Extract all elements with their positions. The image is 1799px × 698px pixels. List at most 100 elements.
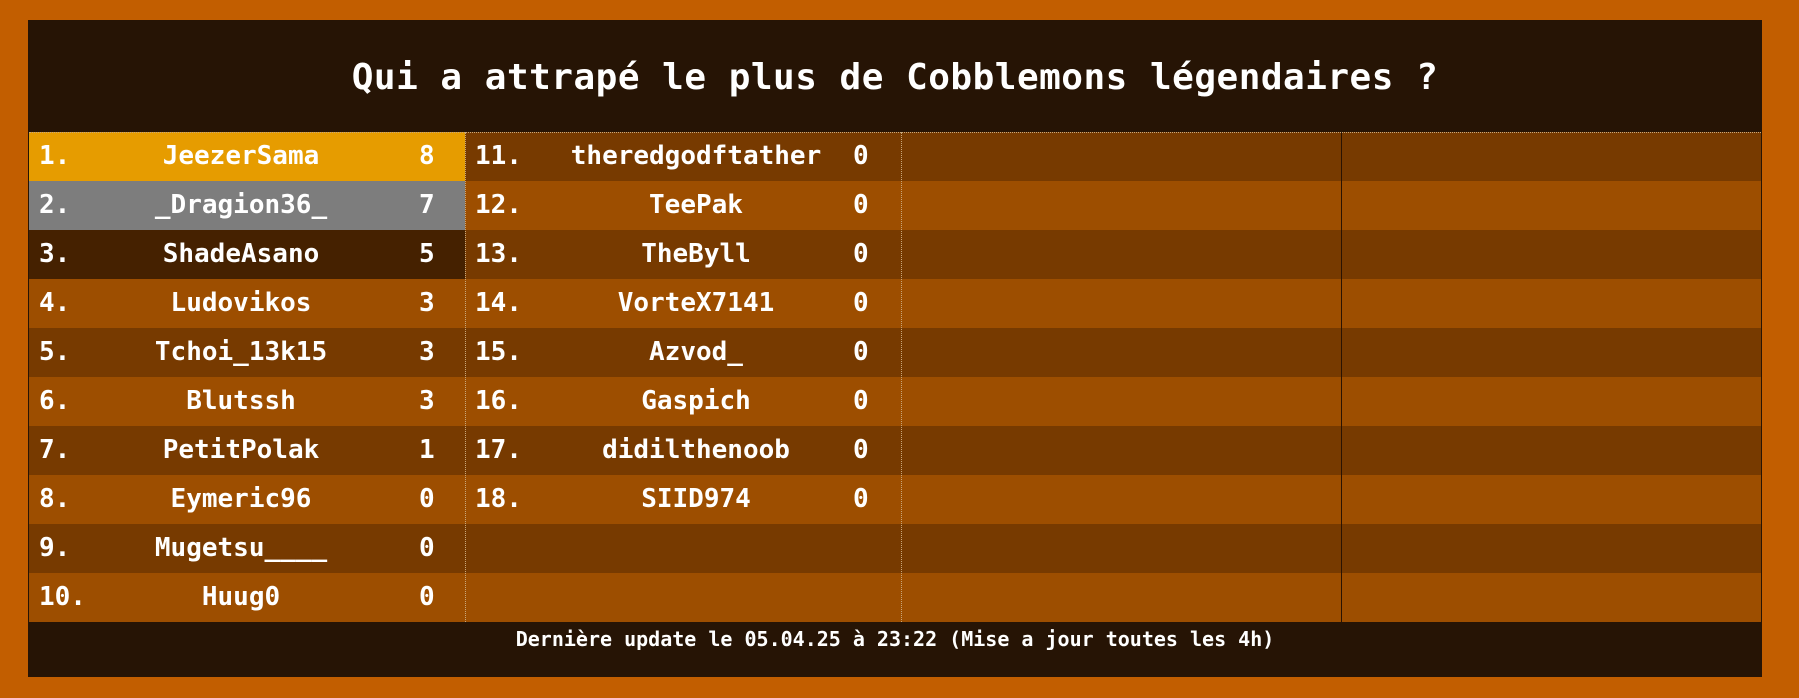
player-score: 8 (419, 141, 435, 171)
player-name: PetitPolak (162, 435, 320, 465)
leaderboard-row-3: 3. ShadeAsano 5 (29, 230, 465, 279)
last-update-text: Dernière update le 05.04.25 à 23:22 (Mis… (515, 627, 1275, 651)
leaderboard-row-18: 18. SIID974 0 (465, 475, 901, 524)
player-score: 0 (853, 239, 869, 269)
rank-label: 12. (475, 190, 522, 220)
leaderboard-row-9: 9. Mugetsu____ 0 (29, 524, 465, 573)
player-name: Gaspich (641, 386, 751, 416)
column-divider (901, 132, 902, 622)
empty-row (1341, 181, 1761, 230)
leaderboard-row-empty (465, 524, 901, 573)
leaderboard-column-2: 11. theredgodftather 0 12. TeePak 0 13. … (465, 132, 901, 622)
rank-label: 9. (39, 533, 71, 563)
empty-row (901, 377, 1341, 426)
leaderboard-row-7: 7. PetitPolak 1 (29, 426, 465, 475)
leaderboard-row-5: 5. Tchoi_13k15 3 (29, 328, 465, 377)
rank-label: 8. (39, 484, 71, 514)
player-name: Huug0 (201, 582, 281, 612)
column-divider (1341, 132, 1342, 622)
player-name: Azvod_ (649, 337, 743, 367)
rank-label: 18. (475, 484, 522, 514)
empty-row (1341, 377, 1761, 426)
empty-row (901, 279, 1341, 328)
player-name: SIID974 (641, 484, 751, 514)
rank-label: 6. (39, 386, 71, 416)
leaderboard-row-15: 15. Azvod_ 0 (465, 328, 901, 377)
rank-label: 13. (475, 239, 522, 269)
rank-label: 2. (39, 190, 71, 220)
leaderboard-row-2: 2. _Dragion36_ 7 (29, 181, 465, 230)
leaderboard-panel: Qui a attrapé le plus de Cobblemons lége… (28, 20, 1762, 677)
rank-label: 16. (475, 386, 522, 416)
empty-row (901, 328, 1341, 377)
leaderboard-row-8: 8. Eymeric96 0 (29, 475, 465, 524)
player-score: 0 (853, 288, 869, 318)
empty-row (1341, 328, 1761, 377)
rank-label: 11. (475, 141, 522, 171)
player-name: Blutssh (186, 386, 296, 416)
rank-label: 10. (39, 582, 86, 612)
empty-row (1341, 132, 1761, 181)
empty-row (1341, 524, 1761, 573)
leaderboard-row-14: 14. VorteX7141 0 (465, 279, 901, 328)
player-score: 5 (419, 239, 435, 269)
player-score: 0 (419, 484, 435, 514)
leaderboard-row-12: 12. TeePak 0 (465, 181, 901, 230)
player-name: TheByll (641, 239, 751, 269)
player-name: _Dragion36_ (154, 190, 328, 220)
leaderboard-row-17: 17. didilthenoob 0 (465, 426, 901, 475)
player-name: Mugetsu____ (154, 533, 328, 563)
player-score: 1 (419, 435, 435, 465)
player-name: TeePak (649, 190, 743, 220)
player-score: 0 (853, 337, 869, 367)
player-name: Ludovikos (170, 288, 312, 318)
empty-row (901, 181, 1341, 230)
leaderboard-column-1: 1. JeezerSama 8 2. _Dragion36_ 7 3. Shad… (29, 132, 465, 622)
player-name: ShadeAsano (162, 239, 320, 269)
empty-row (1341, 475, 1761, 524)
rank-label: 7. (39, 435, 71, 465)
player-score: 0 (853, 484, 869, 514)
leaderboard-row-6: 6. Blutssh 3 (29, 377, 465, 426)
player-score: 0 (419, 582, 435, 612)
empty-row (901, 230, 1341, 279)
leaderboard-grid: 1. JeezerSama 8 2. _Dragion36_ 7 3. Shad… (29, 132, 1761, 622)
player-score: 3 (419, 386, 435, 416)
leaderboard-row-11: 11. theredgodftather 0 (465, 132, 901, 181)
player-score: 0 (853, 190, 869, 220)
player-score: 3 (419, 337, 435, 367)
player-name: VorteX7141 (617, 288, 775, 318)
rank-label: 4. (39, 288, 71, 318)
empty-row (901, 573, 1341, 622)
player-score: 0 (853, 386, 869, 416)
empty-row (901, 132, 1341, 181)
leaderboard-row-13: 13. TheByll 0 (465, 230, 901, 279)
leaderboard-row-10: 10. Huug0 0 (29, 573, 465, 622)
rank-label: 17. (475, 435, 522, 465)
leaderboard-row-1: 1. JeezerSama 8 (29, 132, 465, 181)
empty-row (901, 475, 1341, 524)
player-name: didilthenoob (602, 435, 790, 465)
player-name: Eymeric96 (170, 484, 312, 514)
player-name: theredgodftather (570, 141, 822, 171)
leaderboard-column-3 (901, 132, 1341, 622)
empty-row (901, 524, 1341, 573)
rank-label: 14. (475, 288, 522, 318)
leaderboard-row-4: 4. Ludovikos 3 (29, 279, 465, 328)
player-score: 0 (853, 141, 869, 171)
player-score: 0 (419, 533, 435, 563)
player-score: 0 (853, 435, 869, 465)
player-score: 7 (419, 190, 435, 220)
rank-label: 15. (475, 337, 522, 367)
empty-row (1341, 230, 1761, 279)
empty-row (1341, 426, 1761, 475)
leaderboard-column-4 (1341, 132, 1761, 622)
player-name: Tchoi_13k15 (154, 337, 328, 367)
rank-label: 1. (39, 141, 71, 171)
rank-label: 5. (39, 337, 71, 367)
empty-row (1341, 573, 1761, 622)
player-score: 3 (419, 288, 435, 318)
leaderboard-row-empty (465, 573, 901, 622)
leaderboard-title: Qui a attrapé le plus de Cobblemons lége… (351, 57, 1439, 98)
player-name: JeezerSama (162, 141, 320, 171)
